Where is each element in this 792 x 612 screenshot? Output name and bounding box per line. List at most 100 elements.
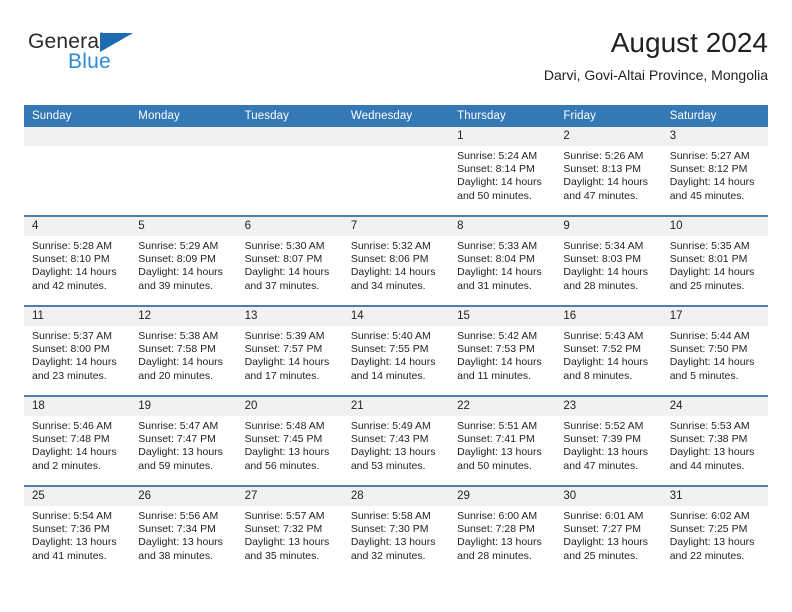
sunset-text: Sunset: 8:06 PM [350,253,429,266]
day-cell[interactable]: 24 Sunrise: 5:53 AM Sunset: 7:38 PM Dayl… [661,395,768,486]
day-details: Sunrise: 5:28 AM Sunset: 8:10 PM Dayligh… [24,236,130,293]
day-cell[interactable]: 14 Sunrise: 5:40 AM Sunset: 7:55 PM Dayl… [342,305,450,396]
day-cell[interactable]: 3 Sunrise: 5:27 AM Sunset: 8:12 PM Dayli… [661,127,768,216]
day-details: Sunrise: 5:57 AM Sunset: 7:32 PM Dayligh… [237,506,343,563]
sunset-text: Sunset: 8:10 PM [32,253,110,266]
day-cell[interactable] [342,127,450,216]
sunrise-text: Sunrise: 5:24 AM [457,150,538,162]
day-cell[interactable]: 9 Sunrise: 5:34 AM Sunset: 8:03 PM Dayli… [555,215,662,306]
day-number: 22 [449,397,556,416]
day-details: Sunrise: 5:27 AM Sunset: 8:12 PM Dayligh… [662,146,768,203]
sunrise-text: Sunrise: 5:29 AM [138,240,219,252]
daylight-text: Daylight: 13 hours and 44 minutes. [669,446,755,472]
day-number [236,127,343,146]
day-cell[interactable] [24,127,131,216]
daylight-text: Daylight: 13 hours and 35 minutes. [244,536,330,562]
day-details: Sunrise: 5:58 AM Sunset: 7:30 PM Dayligh… [343,506,449,563]
day-cell[interactable]: 22 Sunrise: 5:51 AM Sunset: 7:41 PM Dayl… [449,395,556,486]
day-cell[interactable] [236,127,343,216]
day-number: 29 [449,487,556,506]
daylight-text: Daylight: 13 hours and 32 minutes. [350,536,436,562]
day-cell[interactable]: 12 Sunrise: 5:38 AM Sunset: 7:58 PM Dayl… [130,305,237,396]
day-number: 2 [555,127,662,146]
sunset-text: Sunset: 7:50 PM [669,343,748,356]
sunset-text: Sunset: 7:43 PM [350,433,429,446]
day-cell[interactable]: 2 Sunrise: 5:26 AM Sunset: 8:13 PM Dayli… [555,127,662,216]
day-cell[interactable]: 5 Sunrise: 5:29 AM Sunset: 8:09 PM Dayli… [130,215,237,306]
sunset-text: Sunset: 7:32 PM [244,523,323,536]
day-number: 25 [24,487,131,506]
sunrise-text: Sunrise: 5:54 AM [32,510,112,522]
sunrise-text: Sunrise: 5:46 AM [32,420,112,432]
daylight-text: Daylight: 14 hours and 11 minutes. [457,356,542,382]
day-cell[interactable]: 27 Sunrise: 5:57 AM Sunset: 7:32 PM Dayl… [236,485,343,575]
day-cell[interactable]: 10 Sunrise: 5:35 AM Sunset: 8:01 PM Dayl… [661,215,768,306]
weekday-header-saturday: Saturday [661,105,768,127]
day-cell[interactable]: 8 Sunrise: 5:33 AM Sunset: 8:04 PM Dayli… [449,215,556,306]
day-number: 16 [555,307,662,326]
daylight-text: Daylight: 14 hours and 25 minutes. [669,266,755,292]
day-number: 5 [130,217,237,236]
day-cell[interactable]: 18 Sunrise: 5:46 AM Sunset: 7:48 PM Dayl… [24,395,131,486]
sunrise-text: Sunrise: 5:28 AM [32,240,112,252]
sunrise-text: Sunrise: 5:47 AM [138,420,219,432]
day-cell[interactable]: 26 Sunrise: 5:56 AM Sunset: 7:34 PM Dayl… [130,485,237,575]
day-cell[interactable] [130,127,237,216]
day-cell[interactable]: 30 Sunrise: 6:01 AM Sunset: 7:27 PM Dayl… [555,485,662,575]
day-cell[interactable]: 23 Sunrise: 5:52 AM Sunset: 7:39 PM Dayl… [555,395,662,486]
day-cell[interactable]: 11 Sunrise: 5:37 AM Sunset: 8:00 PM Dayl… [24,305,131,396]
sunrise-text: Sunrise: 5:43 AM [563,330,644,342]
day-cell[interactable]: 28 Sunrise: 5:58 AM Sunset: 7:30 PM Dayl… [342,485,450,575]
sunset-text: Sunset: 7:48 PM [32,433,110,446]
day-details: Sunrise: 5:30 AM Sunset: 8:07 PM Dayligh… [237,236,343,293]
day-cell[interactable]: 13 Sunrise: 5:39 AM Sunset: 7:57 PM Dayl… [236,305,343,396]
day-details: Sunrise: 5:33 AM Sunset: 8:04 PM Dayligh… [449,236,555,293]
day-number: 17 [661,307,768,326]
day-cell[interactable]: 6 Sunrise: 5:30 AM Sunset: 8:07 PM Dayli… [236,215,343,306]
day-cell[interactable]: 15 Sunrise: 5:42 AM Sunset: 7:53 PM Dayl… [449,305,556,396]
calendar-body: 1 Sunrise: 5:24 AM Sunset: 8:14 PM Dayli… [24,127,768,575]
day-cell[interactable]: 16 Sunrise: 5:43 AM Sunset: 7:52 PM Dayl… [555,305,662,396]
sunset-text: Sunset: 8:00 PM [32,343,110,356]
sunrise-text: Sunrise: 5:32 AM [350,240,431,252]
daylight-text: Daylight: 13 hours and 38 minutes. [138,536,223,562]
daylight-text: Daylight: 13 hours and 50 minutes. [457,446,542,472]
sunrise-text: Sunrise: 5:35 AM [669,240,750,252]
daylight-text: Daylight: 14 hours and 14 minutes. [350,356,436,382]
sunset-text: Sunset: 8:01 PM [669,253,748,266]
daylight-text: Daylight: 14 hours and 2 minutes. [32,446,117,472]
daylight-text: Daylight: 14 hours and 23 minutes. [32,356,117,382]
daylight-text: Daylight: 13 hours and 28 minutes. [457,536,542,562]
day-cell[interactable]: 1 Sunrise: 5:24 AM Sunset: 8:14 PM Dayli… [449,127,556,216]
day-cell[interactable]: 17 Sunrise: 5:44 AM Sunset: 7:50 PM Dayl… [661,305,768,396]
sunset-text: Sunset: 7:39 PM [563,433,642,446]
day-cell[interactable]: 20 Sunrise: 5:48 AM Sunset: 7:45 PM Dayl… [236,395,343,486]
day-cell[interactable]: 31 Sunrise: 6:02 AM Sunset: 7:25 PM Dayl… [661,485,768,575]
day-details: Sunrise: 5:42 AM Sunset: 7:53 PM Dayligh… [449,326,555,383]
day-cell[interactable]: 7 Sunrise: 5:32 AM Sunset: 8:06 PM Dayli… [342,215,450,306]
page-header: General Blue August 2024 Darvi, Govi-Alt… [24,26,768,96]
day-number: 10 [661,217,768,236]
week-row: 4 Sunrise: 5:28 AM Sunset: 8:10 PM Dayli… [24,215,768,306]
day-cell[interactable]: 21 Sunrise: 5:49 AM Sunset: 7:43 PM Dayl… [342,395,450,486]
day-details: Sunrise: 5:47 AM Sunset: 7:47 PM Dayligh… [130,416,236,473]
sunset-text: Sunset: 8:13 PM [563,163,642,176]
daylight-text: Daylight: 14 hours and 45 minutes. [669,176,755,202]
sunset-text: Sunset: 7:36 PM [32,523,110,536]
general-blue-logo[interactable]: General Blue [28,30,168,78]
sunrise-text: Sunrise: 5:39 AM [244,330,325,342]
day-details: Sunrise: 5:39 AM Sunset: 7:57 PM Dayligh… [237,326,343,383]
sunrise-text: Sunrise: 5:58 AM [350,510,431,522]
daylight-text: Daylight: 14 hours and 37 minutes. [244,266,330,292]
day-cell[interactable]: 4 Sunrise: 5:28 AM Sunset: 8:10 PM Dayli… [24,215,131,306]
day-cell[interactable]: 29 Sunrise: 6:00 AM Sunset: 7:28 PM Dayl… [449,485,556,575]
day-cell[interactable]: 25 Sunrise: 5:54 AM Sunset: 7:36 PM Dayl… [24,485,131,575]
day-number: 30 [555,487,662,506]
sunset-text: Sunset: 7:27 PM [563,523,642,536]
day-details: Sunrise: 5:44 AM Sunset: 7:50 PM Dayligh… [662,326,768,383]
day-number: 13 [236,307,343,326]
day-details: Sunrise: 6:00 AM Sunset: 7:28 PM Dayligh… [449,506,555,563]
daylight-text: Daylight: 14 hours and 47 minutes. [563,176,649,202]
sunrise-text: Sunrise: 6:01 AM [563,510,644,522]
day-cell[interactable]: 19 Sunrise: 5:47 AM Sunset: 7:47 PM Dayl… [130,395,237,486]
